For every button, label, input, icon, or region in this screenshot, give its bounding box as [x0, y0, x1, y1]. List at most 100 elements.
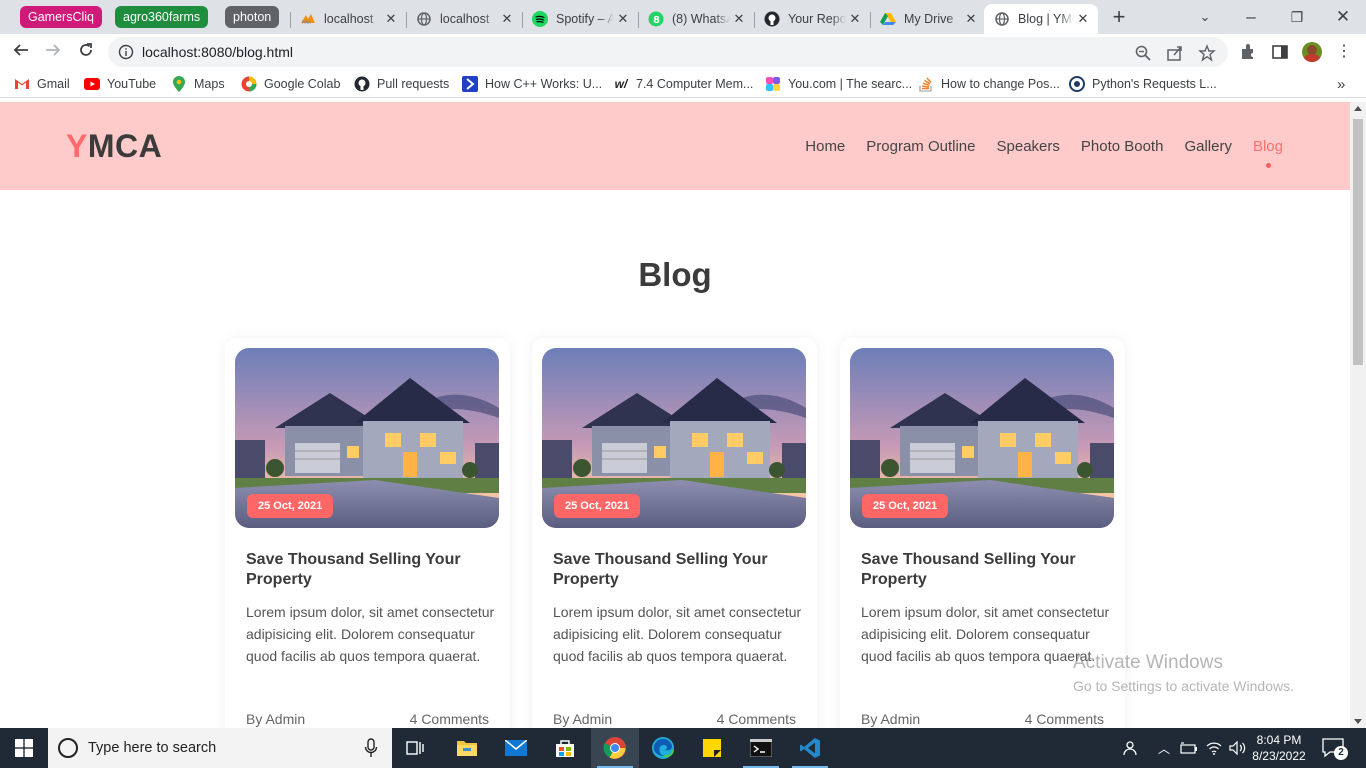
microphone-icon[interactable] [364, 738, 378, 758]
post-comments-link[interactable]: 4 Comments [410, 711, 489, 727]
nav-blog[interactable]: Blog [1253, 138, 1283, 168]
battery-icon[interactable] [1178, 728, 1200, 768]
tab-group-photon[interactable]: photon [225, 6, 280, 28]
arrow-right-icon [46, 44, 61, 56]
bookmark-maps[interactable]: Maps [171, 75, 225, 93]
people-icon[interactable] [1118, 728, 1142, 768]
taskbar-mail[interactable] [492, 728, 540, 768]
blog-card[interactable]: 25 Oct, 2021 Save Thousand Selling Your … [532, 338, 817, 728]
tab-close-icon[interactable]: ✕ [498, 11, 516, 27]
tab-localhost[interactable]: localhost ✕ [406, 4, 522, 34]
tab-google-drive[interactable]: My Drive ✕ [870, 4, 986, 34]
bookmark-how-cpp-works[interactable]: How C++ Works: U... [462, 75, 602, 93]
profile-avatar[interactable] [1302, 42, 1322, 62]
site-logo[interactable]: YMCA [66, 128, 162, 165]
tab-title: Spotify – A [556, 12, 614, 26]
post-comments-link[interactable]: 4 Comments [1025, 711, 1104, 727]
scroll-up-arrow-icon[interactable] [1354, 106, 1362, 111]
post-excerpt: Lorem ipsum dolor, sit amet consectetur … [246, 604, 495, 664]
new-tab-button[interactable]: + [1105, 4, 1133, 30]
tab-group-gamerscliq[interactable]: GamersCliq [20, 6, 102, 28]
nav-home[interactable]: Home [805, 138, 845, 155]
logo-text: MCA [87, 128, 163, 164]
taskbar-chrome[interactable] [591, 728, 639, 768]
page-viewport: YMCA Home Program Outline Speakers Photo… [0, 102, 1350, 728]
browser-toolbar: localhost:8080/blog.html ⋮ [0, 34, 1366, 70]
taskbar-store[interactable] [541, 728, 589, 768]
youcom-icon [765, 76, 781, 92]
bookmark-google-colab[interactable]: Google Colab [241, 75, 340, 93]
restore-button[interactable]: ❐ [1283, 4, 1311, 30]
tab-spotify[interactable]: Spotify – A ✕ [522, 4, 638, 34]
taskbar-terminal[interactable] [737, 728, 785, 768]
blog-card[interactable]: 25 Oct, 2021 Save Thousand Selling Your … [225, 338, 510, 728]
address-bar[interactable]: localhost:8080/blog.html [108, 37, 1228, 67]
zoom-search-icon[interactable] [1134, 44, 1152, 62]
forward-button[interactable] [40, 39, 66, 65]
minimize-button[interactable]: – [1237, 4, 1265, 30]
site-info-icon[interactable] [118, 44, 134, 60]
terminal-icon [750, 739, 772, 757]
bookmark-label: 7.4 Computer Mem... [636, 77, 754, 91]
taskbar-file-explorer[interactable] [443, 728, 491, 768]
post-title[interactable]: Save Thousand Selling Your Property [861, 550, 1106, 590]
notification-count-badge: 2 [1334, 746, 1348, 760]
more-bookmarks-button[interactable]: » [1337, 75, 1345, 93]
bookmark-pull-requests[interactable]: Pull requests [354, 75, 449, 93]
url-text: localhost:8080/blog.html [142, 44, 293, 60]
taskbar-edge[interactable] [639, 728, 687, 768]
tab-close-icon[interactable]: ✕ [614, 11, 632, 27]
tab-github[interactable]: Your Repo ✕ [754, 4, 870, 34]
globe-icon [416, 11, 432, 27]
nav-program-outline[interactable]: Program Outline [866, 138, 975, 155]
nav-gallery[interactable]: Gallery [1184, 138, 1232, 155]
tray-chevron-up-icon[interactable]: ︿ [1154, 728, 1174, 768]
page-scrollbar[interactable] [1350, 102, 1366, 728]
taskbar-search-input[interactable]: Type here to search [48, 728, 392, 768]
tab-group-agro360farms[interactable]: agro360farms [115, 6, 209, 28]
bookmark-label: Gmail [37, 77, 70, 91]
back-button[interactable] [8, 39, 34, 65]
menu-kebab-icon[interactable]: ⋮ [1336, 40, 1352, 64]
tab-close-icon[interactable]: ✕ [382, 11, 400, 27]
bookmark-gmail[interactable]: Gmail [14, 75, 70, 93]
side-panel-icon[interactable] [1271, 43, 1289, 61]
taskbar-vscode[interactable] [786, 728, 834, 768]
house-thumbnail[interactable]: 25 Oct, 2021 [235, 348, 499, 528]
bookmarks-bar: Gmail YouTube Maps Google Colab Pull req… [0, 70, 1366, 98]
tab-close-icon[interactable]: ✕ [846, 11, 864, 27]
post-title[interactable]: Save Thousand Selling Your Property [553, 550, 798, 590]
reload-button[interactable] [73, 39, 99, 65]
nav-speakers[interactable]: Speakers [997, 138, 1060, 155]
bookmark-stackoverflow[interactable]: How to change Pos... [918, 75, 1060, 93]
tab-close-icon[interactable]: ✕ [962, 11, 980, 27]
start-button[interactable] [0, 728, 48, 768]
task-view-button[interactable] [392, 728, 440, 768]
tab-close-icon[interactable]: ✕ [1074, 11, 1092, 27]
site-nav: Home Program Outline Speakers Photo Boot… [805, 138, 1283, 168]
tab-close-icon[interactable]: ✕ [730, 11, 748, 27]
close-window-button[interactable]: ✕ [1329, 4, 1357, 30]
share-icon[interactable] [1166, 44, 1184, 62]
tab-search-chevron-down-icon[interactable]: ⌄ [1191, 4, 1219, 30]
extensions-icon[interactable] [1239, 43, 1257, 61]
bookmark-youtube[interactable]: YouTube [84, 75, 156, 93]
scroll-down-arrow-icon[interactable] [1354, 719, 1362, 724]
taskbar-clock[interactable]: 8:04 PM 8/23/2022 [1245, 732, 1313, 764]
house-thumbnail[interactable]: 25 Oct, 2021 [850, 348, 1114, 528]
bookmark-python-requests[interactable]: Python's Requests L... [1069, 75, 1217, 93]
notification-center-button[interactable]: 2 [1320, 736, 1350, 760]
post-title[interactable]: Save Thousand Selling Your Property [246, 550, 491, 590]
house-thumbnail[interactable]: 25 Oct, 2021 [542, 348, 806, 528]
wifi-icon[interactable] [1203, 728, 1225, 768]
tab-blog-ymca[interactable]: Blog | YMCA ✕ [984, 4, 1098, 34]
bookmark-you-com[interactable]: You.com | The searc... [765, 75, 912, 93]
tab-whatsapp[interactable]: 8 (8) WhatsApp ✕ [638, 4, 754, 34]
scrollbar-thumb[interactable] [1353, 119, 1363, 365]
taskbar-sticky-notes[interactable] [688, 728, 736, 768]
bookmark-star-icon[interactable] [1198, 44, 1216, 62]
post-comments-link[interactable]: 4 Comments [717, 711, 796, 727]
nav-photo-booth[interactable]: Photo Booth [1081, 138, 1164, 155]
bookmark-computer-memory[interactable]: w/ 7.4 Computer Mem... [613, 75, 754, 93]
tab-localhost-phpmyadmin[interactable]: PMA localhost ✕ [290, 4, 406, 34]
